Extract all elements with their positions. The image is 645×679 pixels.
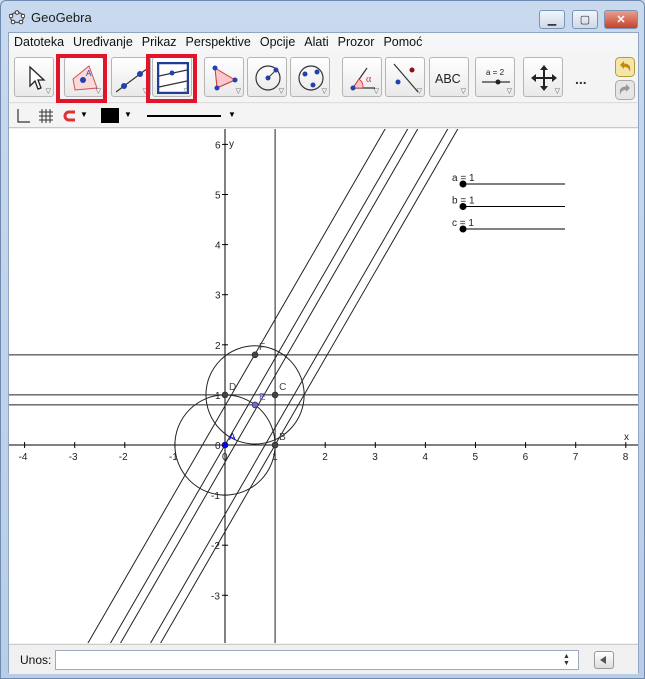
close-button[interactable]: ✕ (604, 10, 638, 29)
point-label-E: E (259, 392, 266, 403)
grid-icon[interactable] (38, 108, 54, 124)
geogebra-logo-icon (9, 10, 25, 25)
highlight-parallel-tool (146, 54, 197, 103)
slider-tool[interactable]: a = 2 ▽ (475, 57, 515, 97)
point-C[interactable] (271, 391, 279, 399)
graphics-view[interactable]: xy-4-3-2-10123456786543210-1-2-3ABCDEFa … (9, 129, 638, 643)
svg-text:α: α (366, 74, 372, 85)
reflect-tool[interactable]: ▽ (385, 57, 425, 97)
point-label-B: B (279, 432, 286, 443)
x-tick-label: 3 (372, 452, 378, 463)
input-field[interactable] (55, 650, 579, 670)
y-tick-label: 3 (215, 291, 221, 302)
angle-tool[interactable]: α ▽ (342, 57, 382, 97)
redo-icon[interactable] (615, 80, 635, 100)
menu-opcije[interactable]: Opcije (255, 33, 299, 53)
point-B[interactable] (271, 441, 279, 449)
menu-pomoc[interactable]: Pomoć (378, 33, 426, 53)
input-label: Unos: (20, 653, 52, 667)
y-tick-label: 5 (215, 191, 221, 202)
point-D[interactable] (221, 391, 229, 399)
y-tick-label: 0 (215, 441, 221, 452)
conic-tool[interactable]: ▽ (290, 57, 330, 97)
x-tick-label: -2 (119, 452, 128, 463)
menu-bar: Datoteka Uređivanje Prikaz Perspektive O… (9, 33, 638, 53)
parallel-line-2[interactable] (141, 129, 454, 643)
svg-text:a = 2: a = 2 (486, 68, 505, 77)
maximize-button[interactable]: ▢ (572, 10, 598, 29)
point-label-F: F (259, 342, 265, 353)
x-tick-label: 5 (473, 452, 479, 463)
y-tick-label: 6 (215, 140, 221, 151)
slider-knob[interactable] (459, 203, 467, 210)
close-icon: ✕ (616, 14, 626, 26)
line-through-E[interactable] (110, 129, 423, 643)
y-tick-label: -3 (211, 591, 220, 602)
move-view-tool[interactable]: ▽ (523, 57, 563, 97)
x-axis-label: x (624, 432, 629, 443)
title-bar[interactable]: GeoGebra ▁ ▢ ✕ (1, 1, 644, 32)
point-F[interactable] (251, 351, 259, 359)
y-tick-label: 1 (215, 391, 221, 402)
line-style-icon[interactable] (147, 115, 221, 117)
magnet-icon[interactable] (63, 109, 77, 123)
undo-icon[interactable] (615, 57, 635, 77)
move-tool[interactable]: ▽ (14, 57, 54, 97)
line-tool[interactable]: ▽ (111, 57, 151, 97)
app-client-area: Datoteka Uređivanje Prikaz Perspektive O… (8, 32, 639, 674)
x-tick-label: 2 (322, 452, 328, 463)
menu-alati[interactable]: Alati (299, 33, 332, 53)
menu-datoteka[interactable]: Datoteka (9, 33, 68, 53)
point-label-D: D (229, 382, 236, 393)
x-tick-label: 4 (422, 452, 428, 463)
y-tick-label: 4 (215, 241, 221, 252)
text-tool[interactable]: ABC ▽ (429, 57, 469, 97)
toolbar: ▽ A ▽ ▽ ▽ ▽ ▽ ▽ α ▽ ▽ ABC ▽ a = 2 ▽ ▽ ..… (9, 53, 638, 103)
x-tick-label: 8 (623, 452, 629, 463)
point-E[interactable] (251, 401, 259, 409)
slider-knob[interactable] (459, 180, 467, 188)
more-tools[interactable]: ... (575, 71, 587, 87)
input-history-arrows[interactable]: ▲ ▼ (563, 653, 570, 667)
maximize-icon: ▢ (579, 14, 591, 26)
x-tick-label: -4 (19, 452, 28, 463)
circle-tool[interactable]: ▽ (247, 57, 287, 97)
color-swatch[interactable] (101, 108, 119, 123)
input-bar: Unos: ▲ ▼ (9, 644, 638, 674)
line-through-B[interactable] (151, 129, 464, 643)
snap-dropdown-icon[interactable]: ▼ (80, 110, 88, 119)
geogebra-window: GeoGebra ▁ ▢ ✕ Datoteka Uređivanje Prika… (0, 0, 645, 679)
menu-prozor[interactable]: Prozor (333, 33, 379, 53)
highlight-point-tool (56, 54, 107, 103)
line-style-dropdown-icon[interactable]: ▼ (228, 110, 236, 119)
slider-knob[interactable] (459, 225, 467, 233)
x-tick-label: -3 (69, 452, 78, 463)
point-label-A: A (229, 432, 236, 443)
polygon-tool[interactable]: ▽ (204, 57, 244, 97)
point-label-C: C (279, 382, 286, 393)
line-through-A[interactable] (100, 129, 413, 643)
minimize-icon: ▁ (547, 14, 557, 26)
point-A[interactable] (221, 441, 229, 449)
keyboard-toggle-button[interactable] (594, 651, 614, 669)
x-tick-label: 7 (573, 452, 579, 463)
svg-text:ABC: ABC (435, 72, 461, 86)
x-tick-label: 6 (523, 452, 529, 463)
y-axis-label: y (229, 139, 234, 150)
menu-prikaz[interactable]: Prikaz (137, 33, 181, 53)
menu-uredivanje[interactable]: Uređivanje (68, 33, 137, 53)
color-dropdown-icon[interactable]: ▼ (124, 110, 132, 119)
graphics-canvas[interactable]: xy-4-3-2-10123456786543210-1-2-3ABCDEFa … (9, 129, 638, 643)
menu-perspektive[interactable]: Perspektive (181, 33, 255, 53)
keyboard-toggle-icon (600, 656, 606, 664)
window-title: GeoGebra (31, 10, 92, 25)
style-bar: ▼ ▼ ▼ (9, 104, 638, 128)
y-tick-label: -1 (211, 491, 220, 502)
axes-icon[interactable] (15, 108, 31, 124)
y-tick-label: 2 (215, 341, 221, 352)
minimize-button[interactable]: ▁ (539, 10, 565, 29)
